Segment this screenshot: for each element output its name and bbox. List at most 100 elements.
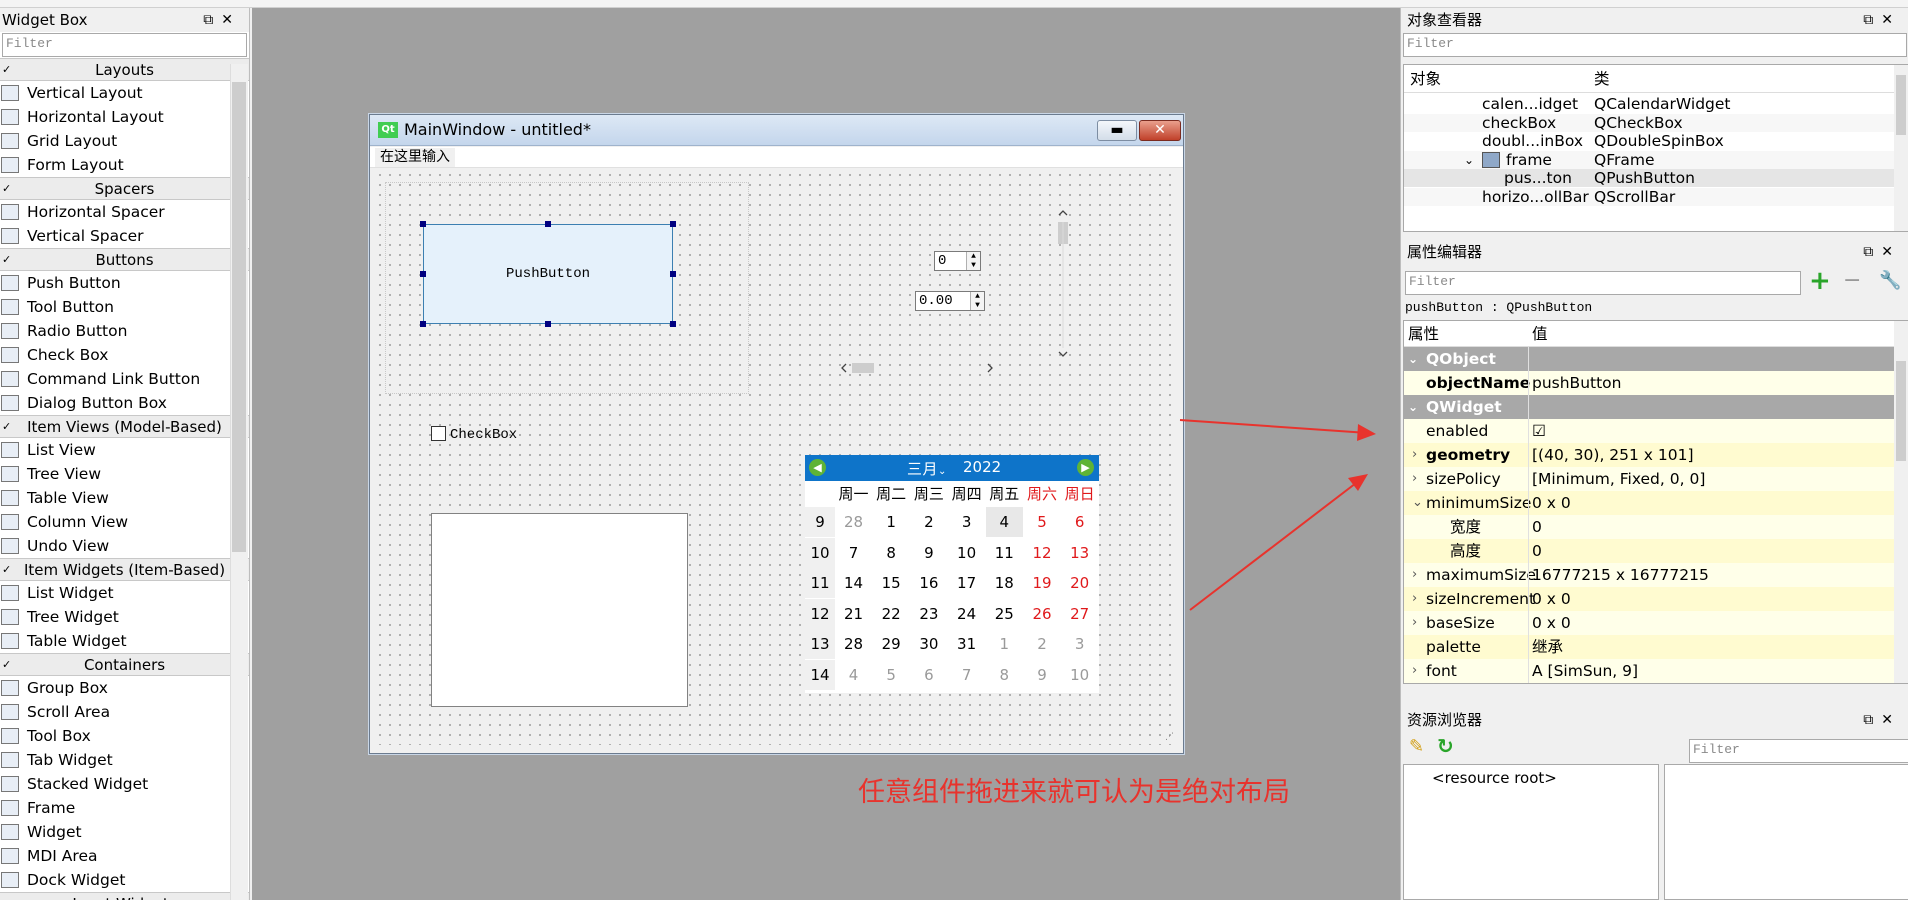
resource-browser-panel: 资源浏览器 ⧉✕ ✎ ↻ Filter <resource root>: [1401, 708, 1908, 900]
object-tree-row[interactable]: horizo...ollBar QScrollBar: [1404, 187, 1894, 206]
object-tree[interactable]: 对象 类 calen...idget QCalendarWidget checkBo…: [1403, 64, 1908, 232]
property-name: palette: [1426, 638, 1481, 656]
property-value[interactable]: 0: [1532, 515, 1542, 539]
property-object-line: pushButton : QPushButton: [1405, 300, 1593, 315]
expand-arrow-icon[interactable]: ›: [1412, 443, 1417, 467]
property-value[interactable]: 继承: [1532, 635, 1563, 659]
property-section-row[interactable]: ⌄ QWidget: [1404, 395, 1894, 419]
chevron-down-icon[interactable]: ⌄: [1464, 151, 1474, 169]
property-name: 宽度: [1450, 518, 1482, 536]
column-divider: [1528, 347, 1529, 683]
property-name: sizeIncrement: [1426, 590, 1536, 608]
property-section-label: QObject: [1426, 350, 1496, 368]
resource-filter-input[interactable]: Filter: [1689, 739, 1908, 763]
property-value[interactable]: pushButton: [1532, 371, 1621, 395]
property-value[interactable]: [(40, 30), 251 x 101]: [1532, 443, 1694, 467]
chevron-down-icon[interactable]: ⌄: [1408, 395, 1418, 419]
property-value[interactable]: 0 x 0: [1532, 611, 1571, 635]
expand-arrow-icon[interactable]: ›: [1412, 563, 1417, 587]
object-name: horizo...ollBar: [1482, 187, 1589, 206]
property-value[interactable]: 0 x 0: [1532, 491, 1571, 515]
dock-float-close-icons[interactable]: ⧉✕: [1863, 708, 1901, 732]
object-tree-row[interactable]: calen...idget QCalendarWidget: [1404, 95, 1894, 113]
property-row[interactable]: › sizeIncrement 0 x 0: [1404, 587, 1894, 611]
property-value[interactable]: A [SimSun, 9]: [1532, 659, 1638, 683]
property-value[interactable]: ☑: [1532, 419, 1546, 443]
reload-icon[interactable]: ↻: [1437, 734, 1454, 758]
property-value[interactable]: [Minimum, Fixed, 0, 0]: [1532, 467, 1705, 491]
configure-wrench-icon[interactable]: 🔧: [1879, 270, 1901, 291]
object-name: calen...idget: [1482, 95, 1579, 113]
property-row[interactable]: 宽度 0: [1404, 515, 1894, 539]
object-tree-header: 对象 类: [1404, 65, 1908, 93]
property-name: baseSize: [1426, 614, 1495, 632]
arrow-line: [1179, 419, 1369, 434]
object-tree-row[interactable]: doubl...inBox QDoubleSpinBox: [1404, 132, 1894, 150]
object-class: QPushButton: [1594, 169, 1695, 187]
expand-arrow-icon[interactable]: ›: [1412, 587, 1417, 611]
property-value[interactable]: 0: [1532, 539, 1542, 563]
property-editor-panel: 属性编辑器 ⧉✕ Filter + − 🔧 pushButton : QPush…: [1401, 240, 1908, 702]
property-row[interactable]: › baseSize 0 x 0: [1404, 611, 1894, 635]
property-scrollbar[interactable]: [1894, 321, 1908, 683]
object-inspector-panel: 对象查看器 ⧉✕ Filter 对象 类 calen...idget QCalen…: [1401, 8, 1908, 234]
object-inspector-title: 对象查看器: [1407, 11, 1483, 29]
object-tree-row[interactable]: ⌄ frame QFrame: [1404, 150, 1894, 169]
dock-float-close-icons[interactable]: ⧉✕: [1863, 240, 1901, 264]
property-name: minimumSize: [1426, 494, 1532, 512]
property-value[interactable]: 0 x 0: [1532, 587, 1571, 611]
property-filter-input[interactable]: Filter: [1405, 271, 1801, 295]
object-class: QCalendarWidget: [1594, 95, 1731, 113]
object-name: pus...ton: [1504, 169, 1572, 187]
col-object: 对象: [1410, 70, 1442, 88]
expand-arrow-icon[interactable]: ›: [1412, 659, 1417, 683]
expand-arrow-icon[interactable]: ›: [1412, 467, 1417, 491]
frame-icon: [1482, 151, 1500, 168]
object-class: QFrame: [1594, 150, 1655, 169]
property-name: sizePolicy: [1426, 470, 1501, 488]
property-name: font: [1426, 662, 1457, 680]
chevron-down-icon[interactable]: ⌄: [1408, 347, 1418, 371]
expand-arrow-icon[interactable]: ›: [1412, 611, 1417, 635]
remove-property-icon[interactable]: −: [1843, 270, 1861, 292]
object-tree-scroll-thumb[interactable]: [1896, 75, 1906, 135]
property-row[interactable]: › maximumSize 16777215 x 16777215: [1404, 563, 1894, 587]
object-tree-row[interactable]: pus...ton QPushButton: [1404, 169, 1894, 187]
property-value[interactable]: 16777215 x 16777215: [1532, 563, 1709, 587]
object-tree-row[interactable]: checkBox QCheckBox: [1404, 113, 1894, 132]
property-table[interactable]: 属性 值 ⌄ QObject objectName pushButton ⌄ QWidge…: [1403, 320, 1908, 684]
property-row[interactable]: › font A [SimSun, 9]: [1404, 659, 1894, 683]
object-inspector-header: 对象查看器 ⧉✕: [1401, 8, 1908, 32]
property-row[interactable]: objectName pushButton: [1404, 371, 1894, 395]
object-class: QDoubleSpinBox: [1594, 132, 1724, 150]
resource-tree[interactable]: <resource root>: [1403, 764, 1659, 900]
add-property-icon[interactable]: +: [1809, 268, 1831, 294]
property-row[interactable]: › geometry [(40, 30), 251 x 101]: [1404, 443, 1894, 467]
property-row[interactable]: ⌄ minimumSize 0 x 0: [1404, 491, 1894, 515]
col-class: 类: [1594, 70, 1610, 88]
annotation-text: 任意组件拖进来就可认为是绝对布局: [858, 777, 1290, 808]
property-name: geometry: [1426, 446, 1511, 464]
property-scroll-thumb[interactable]: [1896, 361, 1906, 461]
dock-float-close-icons[interactable]: ⧉✕: [1863, 8, 1901, 32]
object-name: doubl...inBox: [1482, 132, 1584, 150]
property-row[interactable]: › sizePolicy [Minimum, Fixed, 0, 0]: [1404, 467, 1894, 491]
resource-root-item[interactable]: <resource root>: [1432, 769, 1557, 787]
object-name: frame: [1506, 150, 1552, 169]
expand-arrow-icon[interactable]: ⌄: [1412, 491, 1423, 515]
object-tree-scrollbar[interactable]: [1894, 65, 1908, 231]
property-row[interactable]: palette 继承: [1404, 635, 1894, 659]
edit-resources-icon[interactable]: ✎: [1409, 736, 1424, 757]
object-filter-input[interactable]: Filter: [1403, 33, 1907, 57]
resource-file-view[interactable]: [1664, 764, 1908, 900]
resource-browser-header: 资源浏览器 ⧉✕: [1401, 708, 1908, 732]
property-row[interactable]: enabled ☑: [1404, 419, 1894, 443]
property-name: maximumSize: [1426, 566, 1536, 584]
property-section-row[interactable]: ⌄ QObject: [1404, 347, 1894, 371]
property-name: enabled: [1426, 422, 1489, 440]
property-row[interactable]: 高度 0: [1404, 539, 1894, 563]
arrow-line: [1189, 479, 1361, 611]
object-class: QScrollBar: [1594, 187, 1676, 206]
resource-browser-title: 资源浏览器: [1407, 711, 1483, 729]
arrow-head: [1348, 474, 1368, 491]
